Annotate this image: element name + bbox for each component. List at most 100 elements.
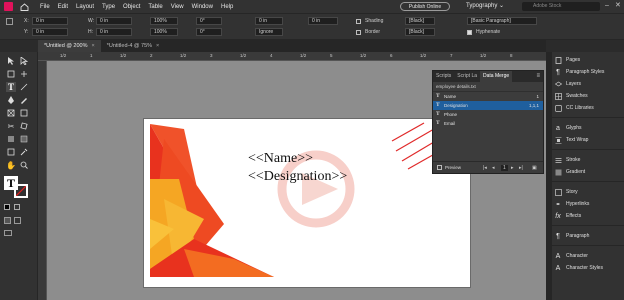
- panel-pages[interactable]: Pages: [552, 54, 624, 66]
- hand-tool-icon[interactable]: ✋: [6, 160, 16, 170]
- shear-field[interactable]: 0°: [196, 28, 222, 36]
- panel-paragraph-styles[interactable]: ¶ Paragraph Styles: [552, 66, 624, 78]
- list-item[interactable]: T Phone: [433, 110, 543, 119]
- menu-type[interactable]: Type: [98, 4, 119, 10]
- swap-fill-stroke-icon[interactable]: [14, 204, 20, 210]
- menu-file[interactable]: File: [36, 4, 54, 10]
- shading-color-select[interactable]: [Black]: [405, 17, 435, 25]
- scale-x-field[interactable]: 100%: [150, 17, 178, 25]
- home-icon[interactable]: [18, 2, 30, 12]
- hyphenate-checkbox[interactable]: [467, 30, 472, 35]
- close-icon[interactable]: ×: [92, 40, 95, 52]
- scissors-tool-icon[interactable]: ✂: [6, 121, 16, 131]
- page-tool-icon[interactable]: [6, 69, 16, 79]
- tab-scripts[interactable]: Scripts: [433, 71, 454, 82]
- paragraph-style-select[interactable]: [Basic Paragraph]: [467, 17, 537, 25]
- name-placeholder[interactable]: <<Name>>: [248, 151, 313, 167]
- stroke-swatch[interactable]: [14, 184, 28, 198]
- rotation-field[interactable]: 0°: [196, 17, 222, 25]
- menu-view[interactable]: View: [167, 4, 188, 10]
- text-field-icon: T: [436, 111, 440, 117]
- close-icon[interactable]: ✕: [615, 1, 621, 9]
- close-icon[interactable]: ×: [156, 40, 159, 52]
- y-field[interactable]: 0 in: [32, 28, 68, 36]
- rectangle-tool-icon[interactable]: [19, 108, 29, 118]
- reference-point-icon[interactable]: [6, 18, 13, 25]
- panel-glyphs[interactable]: a Glyphs: [552, 122, 624, 134]
- panel-stroke[interactable]: Stroke: [552, 154, 624, 166]
- record-number-field[interactable]: 1: [501, 165, 508, 171]
- formatting-text-icon[interactable]: [14, 217, 21, 224]
- last-record-icon[interactable]: ▸|: [519, 165, 523, 171]
- text-field-icon: T: [436, 120, 440, 126]
- menu-window[interactable]: Window: [188, 4, 217, 10]
- document-page[interactable]: <<Name>> <<Designation>>: [143, 118, 471, 288]
- panel-hyperlinks[interactable]: ⚭ Hyperlinks: [552, 198, 624, 210]
- width-field[interactable]: 0 in: [96, 17, 132, 25]
- height-field[interactable]: 0 in: [96, 28, 132, 36]
- shading-checkbox[interactable]: [356, 19, 361, 24]
- eyedropper-tool-icon[interactable]: [19, 147, 29, 157]
- minimize-icon[interactable]: –: [605, 2, 611, 9]
- previous-record-icon[interactable]: ◂: [492, 165, 495, 171]
- next-record-icon[interactable]: ▸: [511, 165, 514, 171]
- publish-online-button[interactable]: Publish Online: [400, 2, 450, 11]
- menu-edit[interactable]: Edit: [54, 4, 72, 10]
- character-icon: A: [555, 252, 561, 260]
- free-transform-tool-icon[interactable]: [19, 121, 29, 131]
- scale-y-field[interactable]: 100%: [150, 28, 178, 36]
- stroke-type-select[interactable]: Ignore: [255, 28, 283, 36]
- menu-table[interactable]: Table: [144, 4, 166, 10]
- panel-layers[interactable]: Layers: [552, 78, 624, 90]
- list-item[interactable]: T Email: [433, 119, 543, 128]
- panel-gradient[interactable]: Gradient: [552, 166, 624, 178]
- selection-tool-icon[interactable]: [6, 56, 16, 66]
- formatting-container-icon[interactable]: [4, 217, 11, 224]
- default-fill-stroke-icon[interactable]: [4, 204, 10, 210]
- adobe-stock-search[interactable]: Adobe Stock: [522, 2, 600, 11]
- border-checkbox[interactable]: [356, 30, 361, 35]
- panel-character[interactable]: A Character: [552, 250, 624, 262]
- list-item[interactable]: T Name 1: [433, 92, 543, 101]
- preview-checkbox[interactable]: [437, 165, 442, 170]
- type-tool-icon[interactable]: T: [6, 82, 16, 92]
- panel-paragraph[interactable]: ¶ Paragraph: [552, 230, 624, 242]
- menu-object[interactable]: Object: [119, 4, 144, 10]
- tab-untitled-4[interactable]: *Untitled-4 @ 75% ×: [101, 40, 166, 52]
- tab-untitled[interactable]: *Untitled @ 200% ×: [38, 40, 101, 52]
- direct-selection-tool-icon[interactable]: [19, 56, 29, 66]
- designation-placeholder[interactable]: <<Designation>>: [248, 169, 347, 185]
- size-field[interactable]: 0 in: [308, 17, 338, 25]
- list-item[interactable]: T Designation 1,1,1: [433, 101, 543, 110]
- x-field[interactable]: 0 in: [32, 17, 68, 25]
- line-tool-icon[interactable]: [19, 82, 29, 92]
- panel-menu-icon[interactable]: ≡: [536, 71, 543, 82]
- pen-tool-icon[interactable]: [6, 95, 16, 105]
- pencil-tool-icon[interactable]: [19, 95, 29, 105]
- panel-effects[interactable]: fx Effects: [552, 210, 624, 222]
- panel-story[interactable]: Story: [552, 186, 624, 198]
- tab-data-merge[interactable]: Data Merge: [480, 71, 513, 82]
- first-record-icon[interactable]: |◂: [483, 165, 487, 171]
- gap-tool-icon[interactable]: [19, 69, 29, 79]
- panel-cc-libraries[interactable]: CC Libraries: [552, 102, 624, 114]
- gradient-tool-icon[interactable]: [6, 134, 16, 144]
- zoom-tool-icon[interactable]: [19, 160, 29, 170]
- border-color-select[interactable]: [Black]: [405, 28, 435, 36]
- gradient-feather-tool-icon[interactable]: [19, 134, 29, 144]
- vertical-ruler: [38, 61, 47, 300]
- shading-label: Shading: [365, 18, 384, 24]
- panel-text-wrap[interactable]: Text Wrap: [552, 134, 624, 146]
- menu-help[interactable]: Help: [217, 4, 237, 10]
- panel-label: Effects: [566, 213, 582, 219]
- workspace-switcher[interactable]: Typography ⌄: [466, 2, 504, 9]
- note-tool-icon[interactable]: [6, 147, 16, 157]
- panel-swatches[interactable]: Swatches: [552, 90, 624, 102]
- stroke-weight-field[interactable]: 0 in: [255, 17, 283, 25]
- panel-character-styles[interactable]: A Character Styles: [552, 262, 624, 274]
- create-merged-document-icon[interactable]: ▣: [532, 165, 537, 171]
- tab-script-label[interactable]: Script La: [454, 71, 480, 82]
- screen-mode-icon[interactable]: [4, 230, 12, 236]
- rectangle-frame-tool-icon[interactable]: [6, 108, 16, 118]
- menu-layout[interactable]: Layout: [72, 4, 98, 10]
